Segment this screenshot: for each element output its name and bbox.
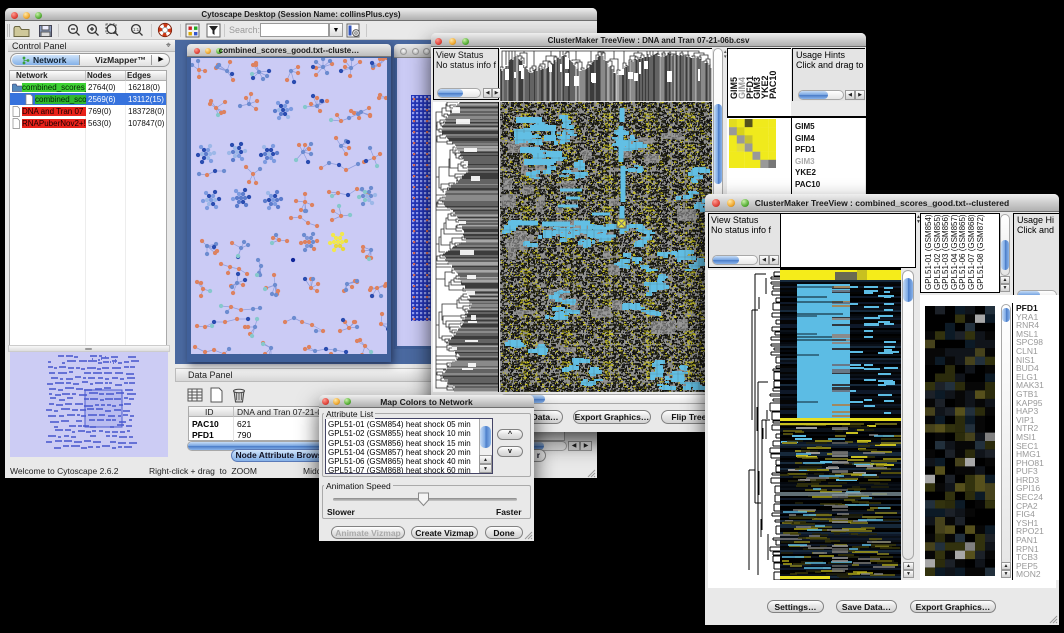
svg-text:1:1: 1:1 — [133, 27, 140, 32]
